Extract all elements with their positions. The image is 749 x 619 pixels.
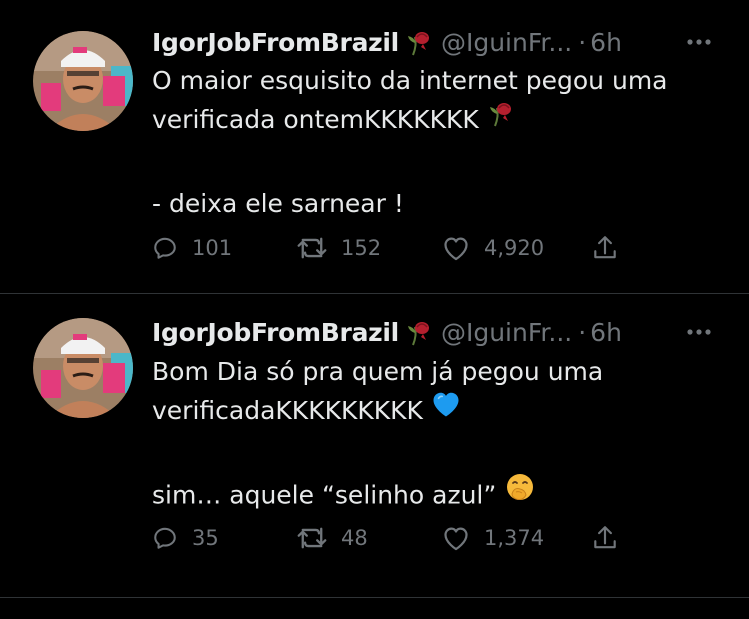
like-count: 1,374: [484, 526, 545, 550]
display-name[interactable]: IgorJobFromBrazil: [152, 318, 399, 347]
tweet-text-line: Bom Dia só pra quem já pegou uma: [152, 357, 604, 386]
retweet-icon: [297, 527, 327, 549]
share-icon: [594, 526, 616, 549]
user-handle[interactable]: @IguinFr...: [441, 318, 572, 347]
tweet-text-line: - deixa ele sarnear !: [152, 189, 404, 218]
separator-dot: ·: [578, 317, 587, 347]
divider: [0, 597, 749, 598]
like-button[interactable]: 1,374: [442, 520, 544, 556]
tweet-text-line: O maior esquisito da internet pegou uma: [152, 66, 668, 95]
face-with-hand-over-mouth-icon: [504, 472, 536, 515]
like-count: 4,920: [484, 236, 545, 260]
tweet-text-line: verificadaKKKKKKKKK: [152, 391, 742, 430]
tweet[interactable]: IgorJobFromBrazil @IguinFr... · 6h O mai…: [0, 0, 749, 293]
blue-heart-icon: [431, 390, 461, 429]
retweet-icon: [297, 237, 327, 259]
tweet[interactable]: IgorJobFromBrazil @IguinFr... · 6h Bom D…: [0, 294, 749, 597]
reply-button[interactable]: 101: [152, 230, 232, 266]
more-icon[interactable]: [682, 315, 716, 349]
reply-count: 101: [192, 236, 233, 260]
tweet-text: Bom Dia só pra quem já pegou uma verific…: [152, 352, 742, 514]
separator-dot: ·: [578, 27, 587, 57]
tweet-header: IgorJobFromBrazil @IguinFr... · 6h: [152, 315, 622, 349]
tweet-text-line: verificada ontemKKKKKKK: [152, 100, 742, 139]
avatar[interactable]: [33, 318, 133, 418]
user-handle[interactable]: @IguinFr...: [441, 28, 572, 57]
share-button[interactable]: [592, 230, 618, 266]
share-icon: [594, 236, 616, 259]
tweet-text: O maior esquisito da internet pegou uma …: [152, 61, 742, 223]
retweet-count: 48: [341, 526, 368, 550]
like-button[interactable]: 4,920: [442, 230, 544, 266]
wilted-rose-icon: [487, 98, 517, 139]
wilted-rose-icon: [405, 27, 435, 57]
tweet-text-line: sim… aquele “selinho azul”: [152, 472, 742, 515]
share-button[interactable]: [592, 520, 618, 556]
retweet-button[interactable]: 48: [297, 520, 368, 556]
display-name[interactable]: IgorJobFromBrazil: [152, 28, 399, 57]
tweet-actions: 101 152 4,920: [152, 230, 632, 266]
reply-button[interactable]: 35: [152, 520, 219, 556]
retweet-button[interactable]: 152: [297, 230, 381, 266]
wilted-rose-icon: [405, 317, 435, 347]
reply-count: 35: [192, 526, 219, 550]
more-icon[interactable]: [682, 25, 716, 59]
tweet-actions: 35 48 1,374: [152, 520, 632, 556]
timestamp[interactable]: 6h: [590, 28, 622, 57]
timestamp[interactable]: 6h: [590, 318, 622, 347]
tweet-header: IgorJobFromBrazil @IguinFr... · 6h: [152, 25, 622, 59]
heart-icon: [444, 237, 468, 261]
reply-icon: [154, 527, 176, 549]
reply-icon: [154, 237, 176, 259]
avatar[interactable]: [33, 31, 133, 131]
retweet-count: 152: [341, 236, 382, 260]
heart-icon: [444, 527, 468, 551]
